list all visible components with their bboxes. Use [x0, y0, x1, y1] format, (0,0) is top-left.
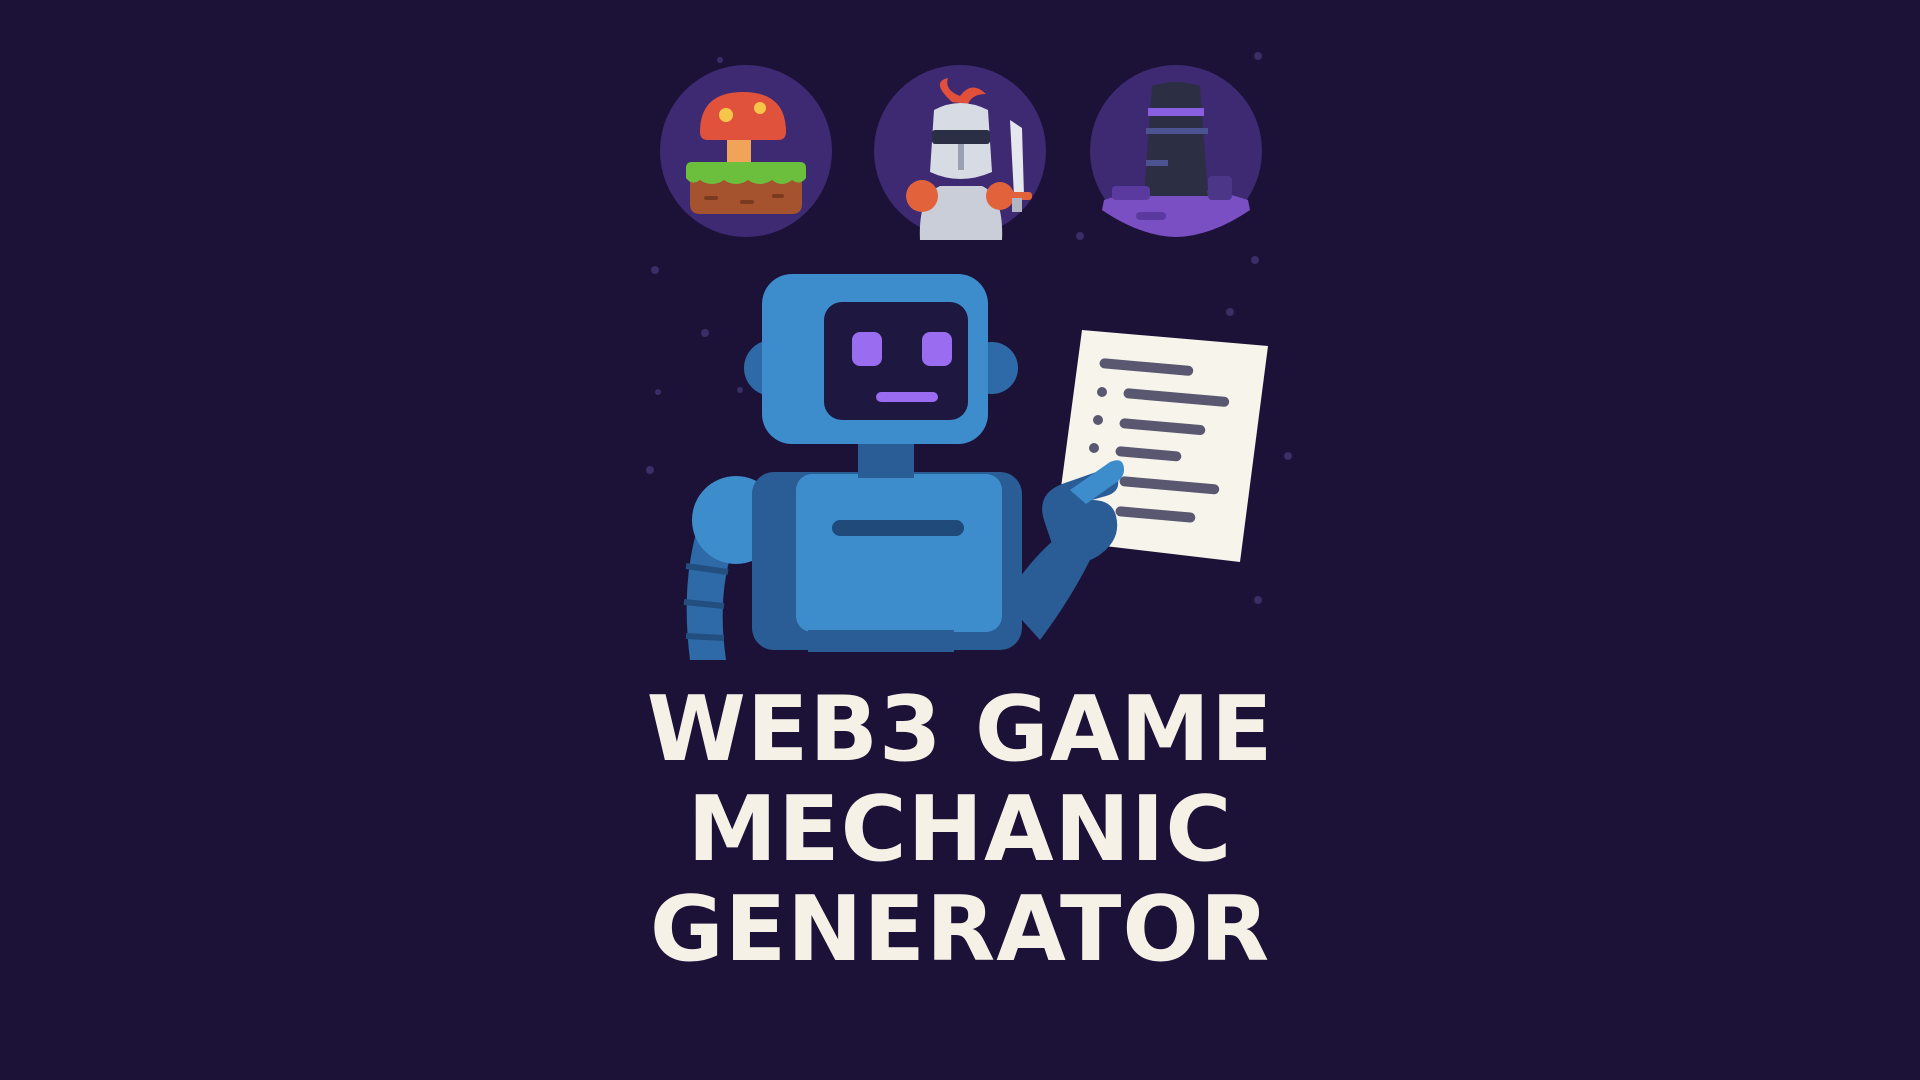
- title-line-3: GENERATOR: [649, 877, 1271, 982]
- title-line-1: WEB3 GAME: [646, 677, 1274, 782]
- knight-icon: [874, 65, 1046, 240]
- mushroom-platform-icon: [660, 65, 832, 237]
- robot-illustration: [683, 274, 1090, 660]
- page-title: WEB3 GAME MECHANIC GENERATOR: [0, 680, 1920, 980]
- tower-icon: [1090, 65, 1262, 237]
- poster: WEB3 GAME MECHANIC GENERATOR: [0, 0, 1920, 1080]
- title-line-2: MECHANIC: [687, 777, 1233, 882]
